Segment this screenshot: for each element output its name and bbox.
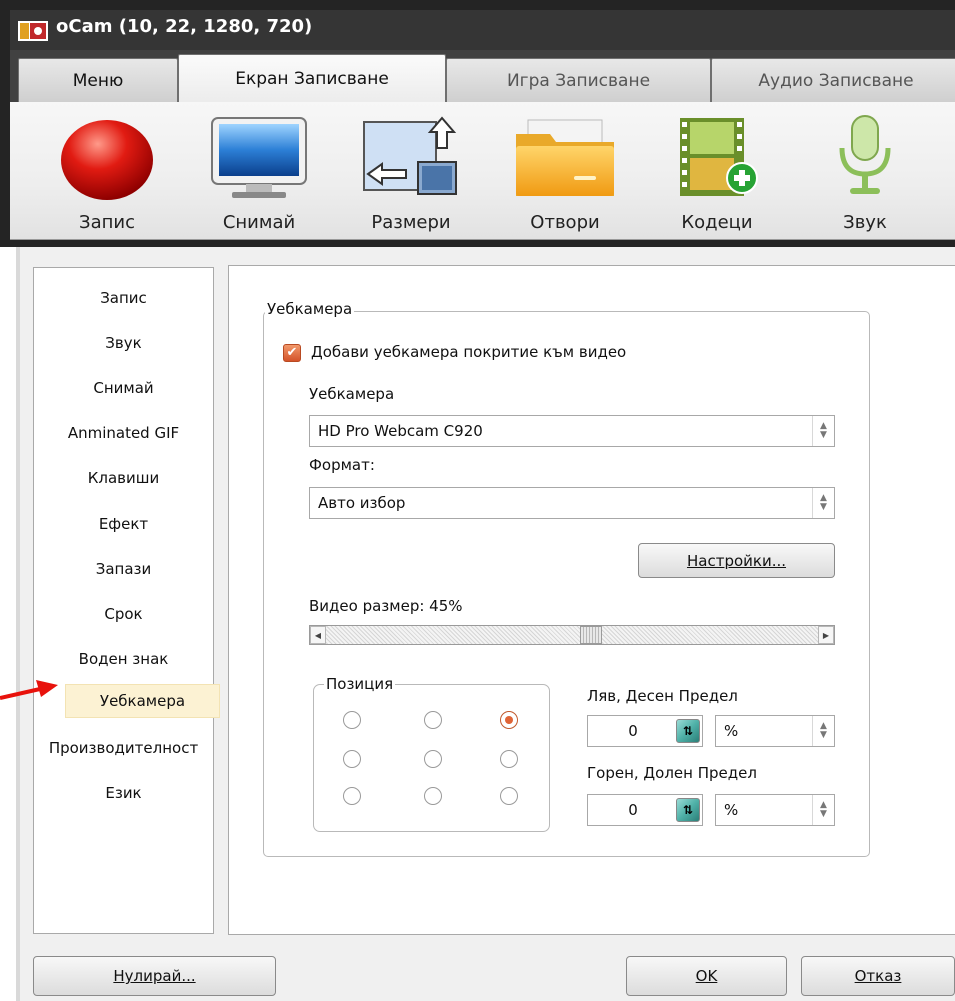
- tab-audio-recording[interactable]: Аудио Записване: [711, 58, 955, 102]
- webcam-device-value: HD Pro Webcam C920: [318, 422, 483, 440]
- ocam-window: oCam (10, 22, 1280, 720) Меню Екран Запи…: [0, 0, 955, 247]
- nav-item-animated-gif[interactable]: Anminated GIF: [35, 417, 212, 449]
- tb-margin-input[interactable]: 0 ⇅: [587, 794, 703, 826]
- lr-margin-unit: %: [724, 722, 739, 740]
- tab-strip: Меню Екран Записване Игра Записване Ауди…: [10, 50, 955, 102]
- nav-item-watermark[interactable]: Воден знак: [35, 643, 212, 675]
- microphone-icon: [839, 115, 891, 194]
- resize-button[interactable]: Размери: [356, 108, 466, 238]
- app-icon: [18, 21, 48, 41]
- capture-button[interactable]: Снимай: [204, 108, 314, 238]
- video-size-label: Видео размер: 45%: [309, 597, 463, 615]
- position-radio-middle-center[interactable]: [424, 750, 442, 768]
- open-button[interactable]: Отвори: [510, 108, 620, 238]
- webcam-overlay-label: Добави уебкамера покритие към видео: [311, 343, 627, 361]
- lr-margin-input[interactable]: 0 ⇅: [587, 715, 703, 747]
- nav-item-language[interactable]: Език: [35, 777, 212, 809]
- annotation-arrow-icon: [0, 680, 58, 700]
- position-group-title: Позиция: [324, 675, 396, 693]
- lr-margin-unit-select[interactable]: % ▲ ▼: [715, 715, 835, 747]
- toolbar-label: Отвори: [530, 212, 600, 233]
- tab-game-recording[interactable]: Игра Записване: [446, 58, 711, 102]
- spin-arrows-icon: ▲ ▼: [812, 716, 834, 746]
- codec-icon: [680, 118, 758, 196]
- toolbar-label: Размери: [371, 212, 451, 233]
- position-radio-top-left[interactable]: [343, 711, 361, 729]
- tab-screen-recording[interactable]: Екран Записване: [178, 54, 446, 102]
- tb-margin-value: 0: [628, 801, 638, 819]
- toolbar-label: Снимай: [222, 212, 296, 233]
- webcam-settings-button[interactable]: Настройки...: [638, 543, 835, 578]
- nav-item-sound[interactable]: Звук: [35, 327, 212, 359]
- settings-nav: Запис Звук Снимай Anminated GIF Клавиши …: [33, 267, 220, 934]
- toolbar-label: Запис: [79, 212, 135, 233]
- cancel-button-label: Отказ: [854, 967, 902, 985]
- nav-item-performance[interactable]: Производителност: [35, 732, 212, 764]
- sound-button[interactable]: Звук: [810, 108, 920, 238]
- cancel-button[interactable]: Отказ: [801, 956, 955, 996]
- monitor-icon: [211, 117, 307, 198]
- toolbar: Запис Снимай Размери Отвори Кодеци Звук: [10, 102, 955, 240]
- codecs-button[interactable]: Кодеци: [662, 108, 772, 238]
- toolbar-label: Звук: [843, 212, 887, 233]
- webcam-device-select[interactable]: HD Pro Webcam C920 ▲ ▼: [309, 415, 835, 447]
- page-margin: [0, 247, 16, 1001]
- nav-item-webcam[interactable]: Уебкамера: [65, 684, 220, 718]
- webcam-settings-button-label: Настройки...: [686, 551, 787, 570]
- resize-icon: [363, 116, 457, 195]
- spin-arrows-icon: ▲ ▼: [812, 488, 834, 518]
- nav-item-save[interactable]: Запази: [35, 553, 212, 585]
- lr-margin-value: 0: [628, 722, 638, 740]
- position-radio-bottom-right[interactable]: [500, 787, 518, 805]
- tb-margin-unit: %: [724, 801, 739, 819]
- position-radio-middle-right[interactable]: [500, 750, 518, 768]
- reset-button-label: Нулирай...: [113, 967, 196, 985]
- webcam-group-title: Уебкамера: [265, 300, 355, 318]
- nav-item-capture[interactable]: Снимай: [35, 372, 212, 404]
- video-size-slider-thumb[interactable]: [579, 626, 602, 644]
- record-icon: [61, 120, 153, 200]
- settings-dialog: Запис Звук Снимай Anminated GIF Клавиши …: [20, 247, 955, 1001]
- position-radio-bottom-left[interactable]: [343, 787, 361, 805]
- ok-button[interactable]: OK: [626, 956, 787, 996]
- position-radio-middle-left[interactable]: [343, 750, 361, 768]
- nav-item-hotkeys[interactable]: Клавиши: [35, 462, 212, 494]
- format-select[interactable]: Авто избор ▲ ▼: [309, 487, 835, 519]
- tb-margin-label: Горен, Долен Предел: [587, 764, 757, 782]
- folder-icon: [516, 119, 614, 196]
- swap-arrows-icon[interactable]: ⇅: [676, 719, 700, 743]
- swap-arrows-icon[interactable]: ⇅: [676, 798, 700, 822]
- nav-item-duration[interactable]: Срок: [35, 598, 212, 630]
- position-radio-top-right[interactable]: [500, 711, 518, 729]
- format-value: Авто избор: [318, 494, 406, 512]
- ok-button-label: OK: [695, 967, 718, 985]
- nav-item-effect[interactable]: Ефект: [35, 508, 212, 540]
- webcam-device-label: Уебкамера: [309, 385, 395, 403]
- spin-arrows-icon: ▲ ▼: [812, 416, 834, 446]
- spin-arrows-icon: ▲ ▼: [812, 795, 834, 825]
- slider-left-arrow-icon[interactable]: ◀: [310, 626, 326, 644]
- position-radio-top-center[interactable]: [424, 711, 442, 729]
- position-radio-bottom-center[interactable]: [424, 787, 442, 805]
- lr-margin-label: Ляв, Десен Предел: [587, 687, 738, 705]
- video-size-slider[interactable]: ◀ ▶: [309, 625, 835, 645]
- webcam-settings-panel: Уебкамера ✔ Добави уебкамера покритие къ…: [228, 265, 955, 935]
- nav-item-record[interactable]: Запис: [35, 282, 212, 314]
- title-bar: oCam (10, 22, 1280, 720): [10, 10, 955, 50]
- record-button[interactable]: Запис: [52, 108, 162, 238]
- tab-menu[interactable]: Меню: [18, 58, 178, 102]
- toolbar-label: Кодеци: [681, 212, 753, 233]
- window-title: oCam (10, 22, 1280, 720): [56, 16, 313, 37]
- reset-button[interactable]: Нулирай...: [33, 956, 276, 996]
- tb-margin-unit-select[interactable]: % ▲ ▼: [715, 794, 835, 826]
- webcam-overlay-checkbox[interactable]: ✔: [283, 344, 301, 362]
- format-label: Формат:: [309, 456, 375, 474]
- slider-right-arrow-icon[interactable]: ▶: [818, 626, 834, 644]
